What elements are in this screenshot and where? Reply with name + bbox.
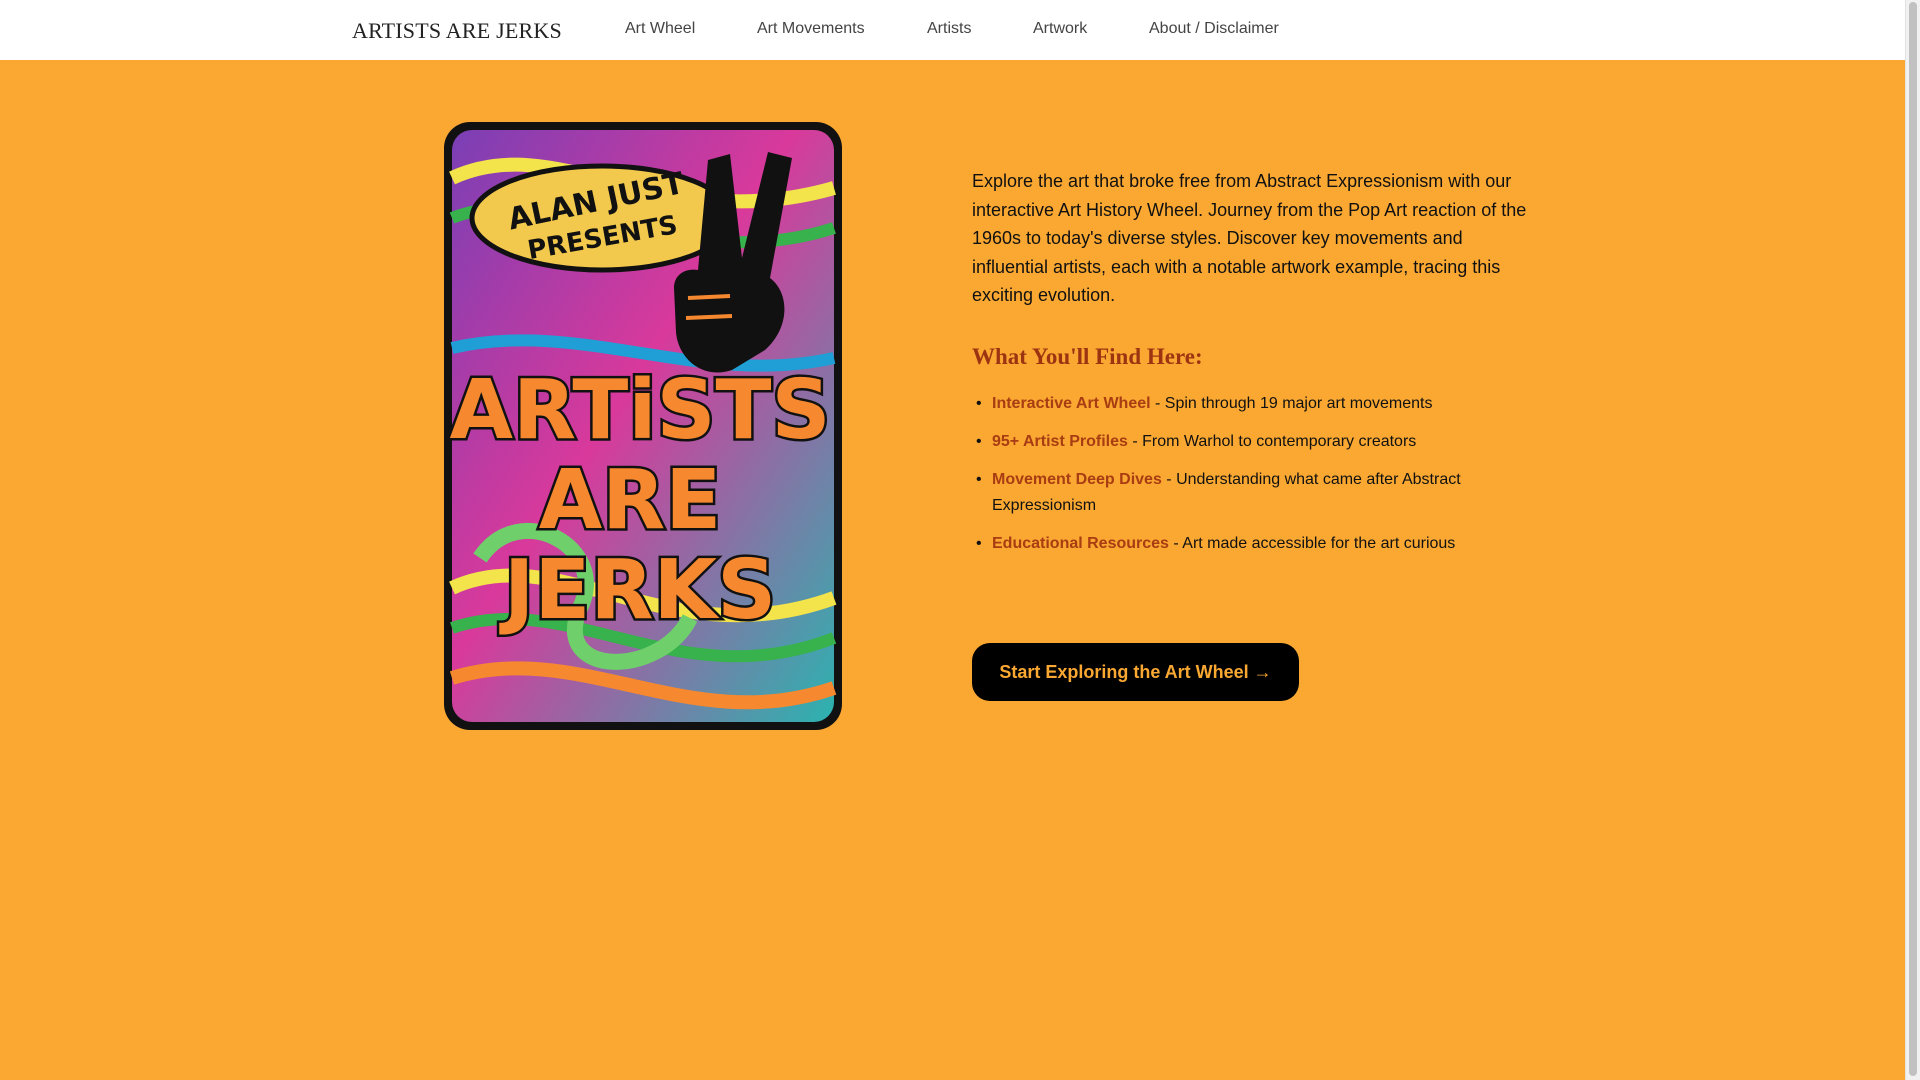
page-scrollbar[interactable]: [1905, 0, 1920, 1080]
feature-text: - Spin through 19 major art movements: [1150, 394, 1433, 412]
nav-art-wheel[interactable]: Art Wheel: [625, 20, 695, 38]
feature-item: Interactive Art Wheel - Spin through 19 …: [972, 391, 1542, 417]
main-nav: Art Wheel Art Movements Artists Artwork …: [0, 20, 1905, 40]
poster-word1: ARTiSTS: [449, 363, 830, 458]
feature-text: - From Warhol to contemporary creators: [1127, 432, 1417, 450]
nav-art-movements[interactable]: Art Movements: [757, 20, 865, 38]
feature-name: 95+ Artist Profiles: [992, 432, 1128, 450]
nav-artwork[interactable]: Artwork: [1033, 20, 1087, 38]
start-exploring-button[interactable]: Start Exploring the Art Wheel →: [972, 643, 1299, 701]
feature-text: - Art made accessible for the art curiou…: [1168, 534, 1456, 552]
scrollbar-thumb[interactable]: [1909, 2, 1917, 1076]
feature-item: Educational Resources - Art made accessi…: [972, 531, 1542, 557]
hero-poster: ALAN JUST PRESENTS ARTiSTS ARE JERKS: [440, 118, 846, 734]
intro-text: Explore the art that broke free from Abs…: [972, 171, 1527, 305]
poster-artwork: ALAN JUST PRESENTS ARTiSTS ARE JERKS: [444, 122, 842, 730]
features-title: What You'll Find Here:: [972, 343, 1203, 369]
feature-name: Movement Deep Dives: [992, 470, 1162, 488]
nav-about-disclaimer[interactable]: About / Disclaimer: [1149, 20, 1279, 38]
feature-item: 95+ Artist Profiles - From Warhol to con…: [972, 429, 1542, 455]
feature-name: Interactive Art Wheel: [992, 394, 1151, 412]
nav-artists[interactable]: Artists: [927, 20, 971, 38]
poster-word2: ARE: [539, 453, 722, 548]
site-header: ARTISTS ARE JERKS Art Wheel Art Movement…: [0, 0, 1905, 60]
features-list: Interactive Art Wheel - Spin through 19 …: [972, 391, 1542, 557]
feature-name: Educational Resources: [992, 534, 1169, 552]
hero-content: Explore the art that broke free from Abs…: [972, 167, 1542, 569]
feature-item: Movement Deep Dives - Understanding what…: [972, 467, 1542, 519]
poster-word3: JERKS: [499, 543, 776, 638]
